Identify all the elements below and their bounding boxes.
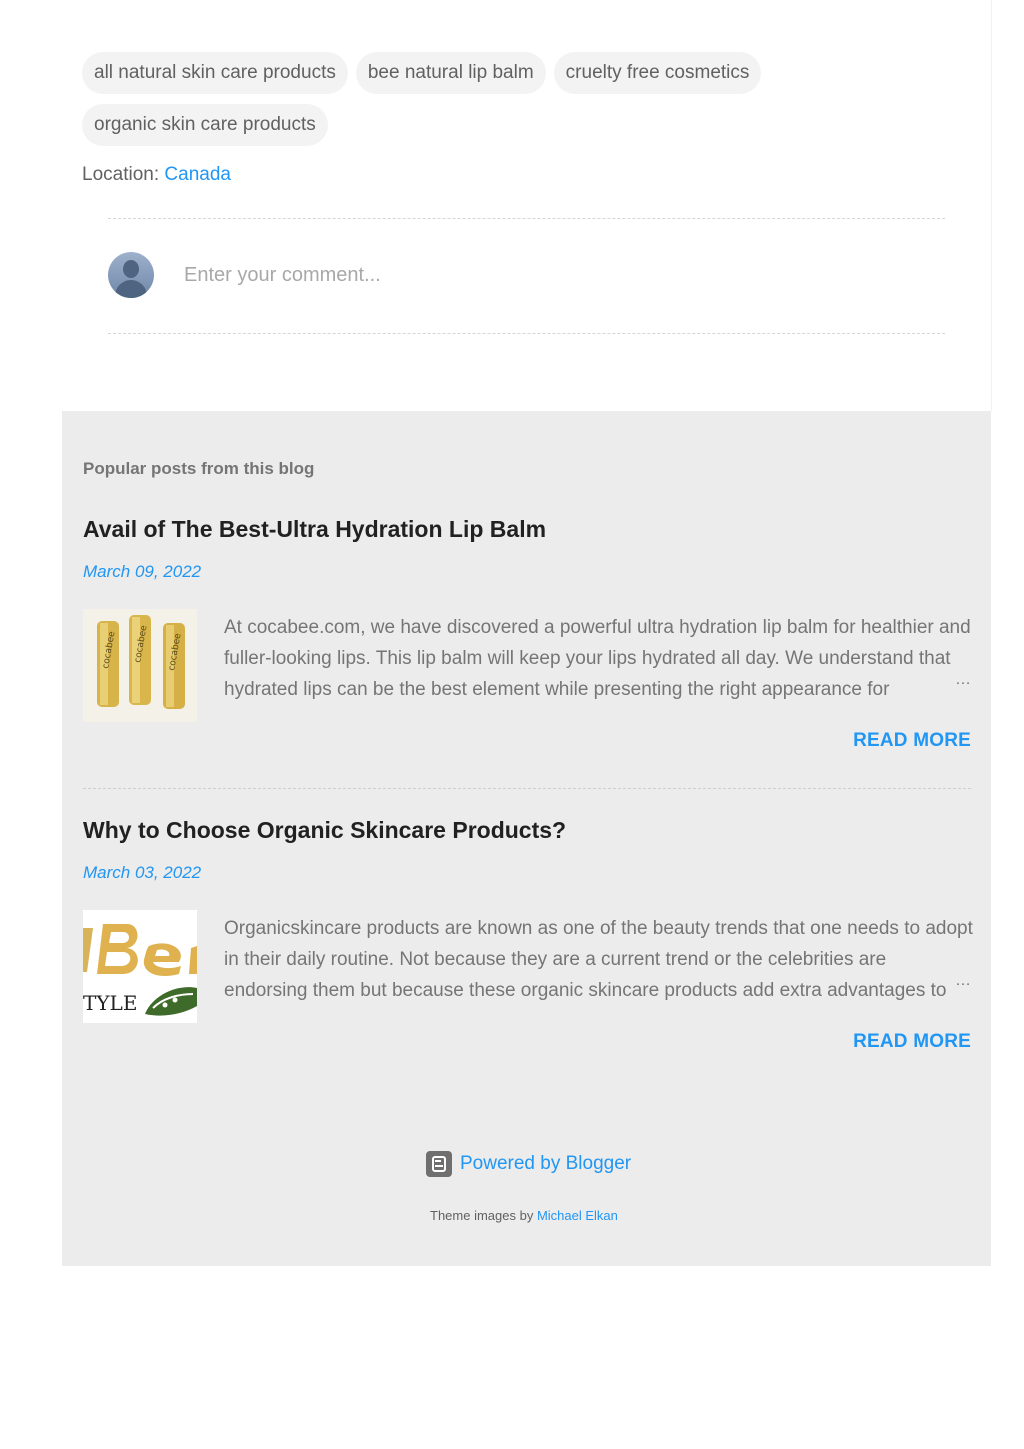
post-thumbnail[interactable]: cocabee cocabee cocabee [83,609,197,722]
label-chip[interactable]: all natural skin care products [82,52,348,94]
post-location: Location: Canada [82,164,231,186]
post-thumbnail[interactable]: TYLE [83,910,197,1023]
post-snippet: At cocabee.com, we have discovered a pow… [224,617,971,700]
default-avatar-icon [108,252,154,298]
post-date[interactable]: March 09, 2022 [83,562,201,582]
post-date[interactable]: March 03, 2022 [83,863,201,883]
post-title-link[interactable]: Why to Choose Organic Skincare Products? [83,817,971,844]
label-chip[interactable]: bee natural lip balm [355,52,546,94]
theme-credit-prefix: Theme images by [430,1208,534,1223]
popular-post: Avail of The Best-Ultra Hydration Lip Ba… [83,516,971,751]
snippet-ellipsis: … [955,972,971,989]
post-labels: all natural skin care products bee natura… [82,52,962,156]
label-chip[interactable]: organic skin care products [82,104,328,146]
powered-by-label: Powered by Blogger [460,1153,632,1174]
post-title-link[interactable]: Avail of The Best-Ultra Hydration Lip Ba… [83,516,971,543]
theme-credit: Theme images by Michael Elkan [430,1208,618,1223]
post-footer: all natural skin care products bee natura… [62,0,992,411]
comment-input[interactable] [182,257,886,293]
post-snippet: Organicskincare products are known as on… [224,918,973,1001]
powered-by-blogger-link[interactable]: Powered by Blogger [426,1151,631,1177]
popular-posts: Popular posts from this blog Avail of Th… [62,411,991,1266]
popular-posts-heading: Popular posts from this blog [83,459,315,478]
divider [83,788,971,789]
read-more-link[interactable]: READ MORE [853,730,971,752]
location-label: Location: [82,164,160,185]
popular-post: Why to Choose Organic Skincare Products?… [83,817,973,1052]
blogger-icon [426,1151,452,1177]
theme-author-link[interactable]: Michael Elkan [537,1208,618,1223]
location-link[interactable]: Canada [164,164,231,185]
comment-form [108,218,945,334]
svg-text:TYLE: TYLE [83,991,137,1015]
snippet-ellipsis: … [955,671,971,688]
label-chip[interactable]: cruelty free cosmetics [553,52,762,94]
read-more-link[interactable]: READ MORE [853,1031,971,1053]
